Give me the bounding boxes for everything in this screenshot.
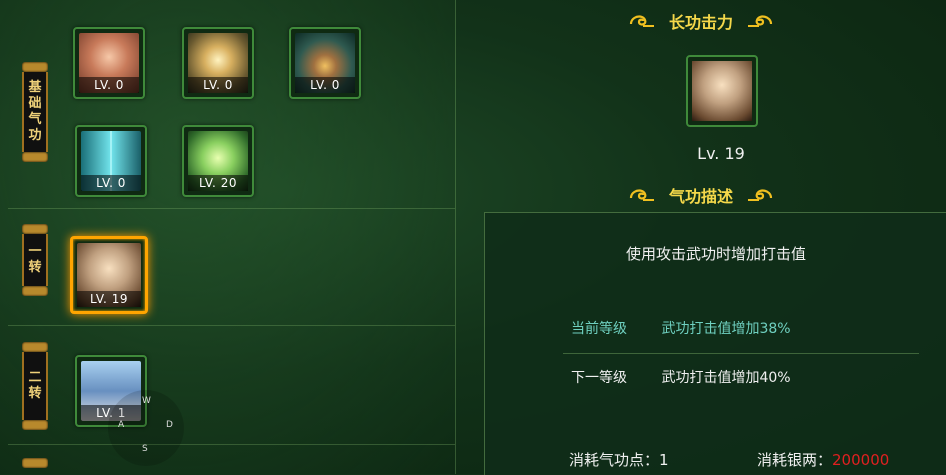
skill-description: 使用攻击武功时增加打击值 [625, 245, 806, 263]
cost-qigong-points: 消耗气功点：1 [569, 451, 669, 469]
skill-slot-5[interactable]: LV. 20 [182, 125, 254, 197]
next-level-label: 下一等级 [571, 370, 627, 386]
banner-next-section [19, 458, 51, 468]
selected-skill-icon [686, 55, 758, 127]
current-level-value: 武功打击值增加38% [661, 321, 791, 337]
section-divider [8, 444, 455, 445]
level-divider [563, 353, 919, 354]
cloud-ornament-right-icon [748, 15, 773, 27]
skill-detail-panel: 长功击力 Lv. 19 气功描述 使用攻击武功时增加打击值 当前等级 武功打击值… [456, 0, 946, 475]
description-title-row: 气功描述 [456, 183, 946, 207]
banner-second-turn: 二 转 [19, 342, 51, 430]
skill-title-row: 长功击力 [456, 9, 946, 33]
banner-first-turn: 一 转 [19, 224, 51, 296]
current-level-label: 当前等级 [571, 321, 627, 337]
banner-basic-qigong: 基 础 气 功 [19, 62, 51, 162]
joystick-s: S [142, 444, 148, 454]
cloud-ornament-right-icon [748, 189, 773, 201]
section-divider [8, 325, 455, 326]
skill-slot-2[interactable]: LV. 0 [182, 27, 254, 99]
joystick-d: D [166, 420, 173, 430]
joystick-a: A [118, 420, 125, 430]
cloud-ornament-left-icon [629, 189, 654, 201]
skill-slot-4[interactable]: LV. 0 [75, 125, 147, 197]
next-level-value: 武功打击值增加40% [661, 370, 791, 386]
cost-silver: 消耗银两：200000 [757, 451, 890, 469]
description-heading: 气功描述 [668, 187, 733, 206]
skill-slot-first-turn-selected[interactable]: LV. 19 [70, 236, 148, 314]
skill-slot-3[interactable]: LV. 0 [289, 27, 361, 99]
skill-tree-panel: 基 础 气 功 LV. 0 LV. 0 LV. 0 LV. 0 LV. 20 一… [0, 0, 456, 474]
next-level-row: 下一等级 武功打击值增加40% [571, 367, 791, 387]
cloud-ornament-left-icon [629, 15, 654, 27]
current-level-row: 当前等级 武功打击值增加38% [571, 318, 791, 338]
joystick-w: W [142, 396, 151, 406]
description-box: 使用攻击武功时增加打击值 当前等级 武功打击值增加38% 下一等级 武功打击值增… [484, 212, 946, 475]
skill-name: 长功击力 [668, 13, 733, 32]
selected-skill-level: Lv. 19 [697, 144, 745, 163]
section-divider [8, 208, 455, 209]
virtual-joystick[interactable]: W A D S [108, 390, 184, 466]
crossed-blades-icon [692, 61, 752, 121]
skill-slot-1[interactable]: LV. 0 [73, 27, 145, 99]
